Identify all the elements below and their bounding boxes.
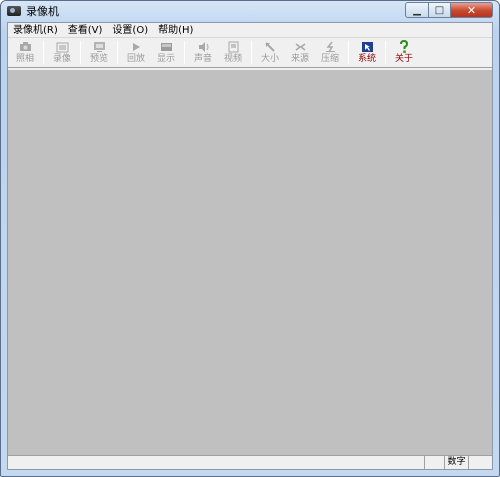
toolbar-separator (348, 41, 349, 64)
toolbar-label: 回放 (126, 54, 145, 64)
toolbar-label: 视频 (223, 54, 242, 64)
caption-buttons: ▁ □ ✕ (405, 2, 493, 18)
toolbar-label: 显示 (156, 54, 175, 64)
toolbar-label: 关于 (394, 54, 413, 64)
menu-bar: 录像机(R) 查看(V) 设置(O) 帮助(H) (8, 23, 492, 38)
toolbar-button-display[interactable]: 显示 (151, 38, 181, 67)
toolbar-label: 声音 (193, 54, 212, 64)
resize-icon (263, 40, 277, 53)
toolbar: 照相 录像 预览 回放 显示 声音 视频 大小 来源 压缩 系统 关于 (8, 38, 492, 68)
app-window: 录像机 ▁ □ ✕ 录像机(R) 查看(V) 设置(O) 帮助(H) 照相 录像… (0, 0, 500, 477)
toolbar-separator (184, 41, 185, 64)
status-numlock: 数字 (444, 456, 468, 469)
toolbar-label: 大小 (260, 54, 279, 64)
toolbar-label: 录像 (52, 54, 71, 64)
about-icon (397, 40, 411, 53)
window-title: 录像机 (26, 5, 59, 18)
camcorder-icon (7, 6, 21, 16)
toolbar-separator (43, 41, 44, 64)
toolbar-button-size[interactable]: 大小 (255, 38, 285, 67)
toolbar-separator (251, 41, 252, 64)
camera-icon (18, 40, 32, 53)
maximize-icon: □ (434, 4, 445, 16)
compress-icon (323, 40, 337, 53)
maximize-button[interactable]: □ (429, 2, 451, 18)
video-icon (226, 40, 240, 53)
minimize-button[interactable]: ▁ (405, 2, 429, 18)
resize-grip-icon[interactable] (468, 456, 492, 469)
toolbar-button-system[interactable]: 系统 (352, 38, 382, 67)
toolbar-button-preview[interactable]: 预览 (84, 38, 114, 67)
menu-settings[interactable]: 设置(O) (107, 23, 153, 38)
minimize-icon: ▁ (413, 4, 421, 16)
close-icon: ✕ (466, 3, 477, 17)
menu-help[interactable]: 帮助(H) (153, 23, 198, 38)
toolbar-button-about[interactable]: 关于 (389, 38, 419, 67)
menu-recorder[interactable]: 录像机(R) (8, 23, 63, 38)
title-bar[interactable]: 录像机 ▁ □ ✕ (1, 1, 499, 21)
preview-icon (92, 40, 106, 53)
display-icon (159, 40, 173, 53)
toolbar-button-video[interactable]: 视频 (218, 38, 248, 67)
play-icon (129, 40, 143, 53)
client-area: 录像机(R) 查看(V) 设置(O) 帮助(H) 照相 录像 预览 回放 显示 … (7, 22, 493, 470)
speaker-icon (196, 40, 210, 53)
toolbar-label: 照相 (15, 54, 34, 64)
toolbar-label: 系统 (357, 54, 376, 64)
toolbar-label: 压缩 (320, 54, 339, 64)
menu-view[interactable]: 查看(V) (63, 23, 108, 38)
video-canvas (8, 70, 492, 455)
close-button[interactable]: ✕ (451, 2, 493, 18)
toolbar-label: 预览 (89, 54, 108, 64)
system-icon (360, 40, 374, 53)
film-icon (55, 40, 69, 53)
toolbar-separator (80, 41, 81, 64)
toolbar-separator (117, 41, 118, 64)
toolbar-button-photo[interactable]: 照相 (10, 38, 40, 67)
toolbar-button-compress[interactable]: 压缩 (315, 38, 345, 67)
toolbar-separator (385, 41, 386, 64)
status-pane-empty (424, 456, 444, 469)
toolbar-button-sound[interactable]: 声音 (188, 38, 218, 67)
source-icon (293, 40, 307, 53)
toolbar-button-source[interactable]: 来源 (285, 38, 315, 67)
toolbar-button-playback[interactable]: 回放 (121, 38, 151, 67)
status-bar: 数字 (8, 455, 492, 469)
toolbar-label: 来源 (290, 54, 309, 64)
toolbar-button-record[interactable]: 录像 (47, 38, 77, 67)
